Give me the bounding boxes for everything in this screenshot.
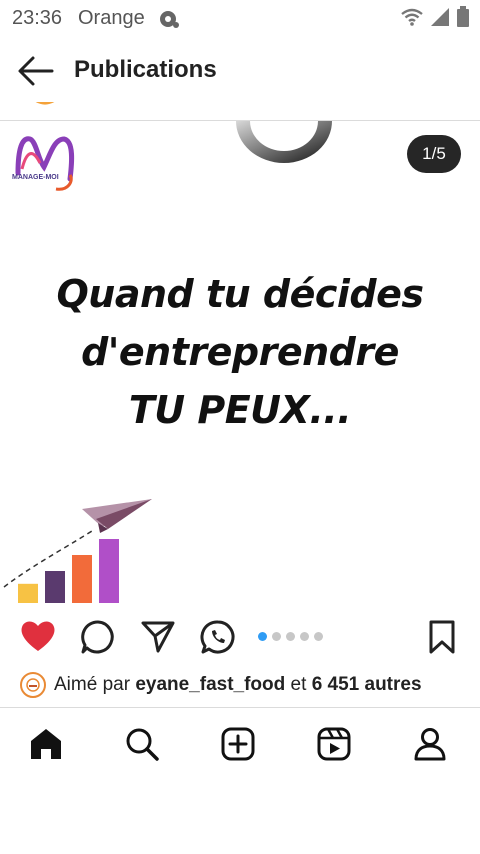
growth-chart-illustration bbox=[3, 499, 152, 603]
status-bar: 23:36 Orange bbox=[0, 0, 480, 36]
wifi-icon bbox=[401, 8, 423, 26]
post-headline: Quand tu décides d'entreprendre TU PEUX.… bbox=[0, 265, 480, 439]
illustration-bar bbox=[18, 583, 38, 603]
home-icon[interactable] bbox=[28, 726, 64, 762]
previous-avatar-icon bbox=[35, 102, 55, 105]
headline-line-1: Quand tu décides bbox=[56, 272, 424, 316]
carousel-dot bbox=[258, 632, 267, 641]
create-post-icon[interactable] bbox=[220, 726, 256, 762]
post-image[interactable]: MANAGE-MOI 1/5 Quand tu décides d'entrep… bbox=[0, 121, 480, 605]
heart-icon[interactable] bbox=[20, 619, 56, 653]
likes-connector: et bbox=[290, 674, 307, 695]
headline-line-3: TU PEUX... bbox=[128, 388, 352, 432]
top-bar: Publications bbox=[0, 40, 480, 102]
paper-plane-icon bbox=[82, 499, 152, 533]
carousel-counter: 1/5 bbox=[407, 135, 461, 173]
post-actions bbox=[0, 615, 480, 661]
likes-prefix: Aimé par bbox=[54, 674, 131, 695]
battery-icon bbox=[457, 6, 469, 27]
page-title: Publications bbox=[74, 56, 217, 83]
back-arrow-icon[interactable] bbox=[16, 54, 56, 88]
headline-line-2: d'entreprendre bbox=[81, 330, 399, 374]
manage-moi-logo bbox=[15, 136, 75, 191]
reels-icon[interactable] bbox=[316, 726, 352, 762]
likes-row[interactable]: Aimé par eyane_fast_food et 6 451 autres bbox=[20, 670, 422, 700]
illustration-bar bbox=[72, 555, 92, 603]
carousel-dot bbox=[314, 632, 323, 641]
carousel-dot bbox=[300, 632, 309, 641]
profile-icon[interactable] bbox=[412, 726, 448, 762]
brand-name: MANAGE-MOI bbox=[12, 174, 59, 181]
signal-icon bbox=[431, 8, 449, 26]
bottom-nav bbox=[0, 708, 480, 788]
previous-post-edge bbox=[0, 102, 480, 121]
carousel-dot bbox=[286, 632, 295, 641]
status-carrier: Orange bbox=[78, 7, 145, 29]
carousel-indicator bbox=[258, 632, 323, 641]
sync-icon bbox=[160, 11, 179, 28]
share-icon[interactable] bbox=[140, 619, 176, 655]
liker-avatar[interactable] bbox=[20, 672, 46, 698]
decorative-ring bbox=[236, 121, 332, 163]
status-time: 23:36 bbox=[12, 7, 63, 29]
search-icon[interactable] bbox=[124, 726, 160, 762]
liker-username[interactable]: eyane_fast_food bbox=[135, 674, 285, 696]
whatsapp-icon[interactable] bbox=[200, 619, 236, 655]
illustration-bar bbox=[45, 571, 65, 603]
carousel-dot bbox=[272, 632, 281, 641]
bookmark-icon[interactable] bbox=[426, 619, 458, 655]
comment-icon[interactable] bbox=[80, 619, 116, 655]
likes-count[interactable]: 6 451 autres bbox=[312, 674, 422, 696]
illustration-bar bbox=[99, 539, 119, 603]
liker-avatar-icon bbox=[26, 678, 40, 692]
